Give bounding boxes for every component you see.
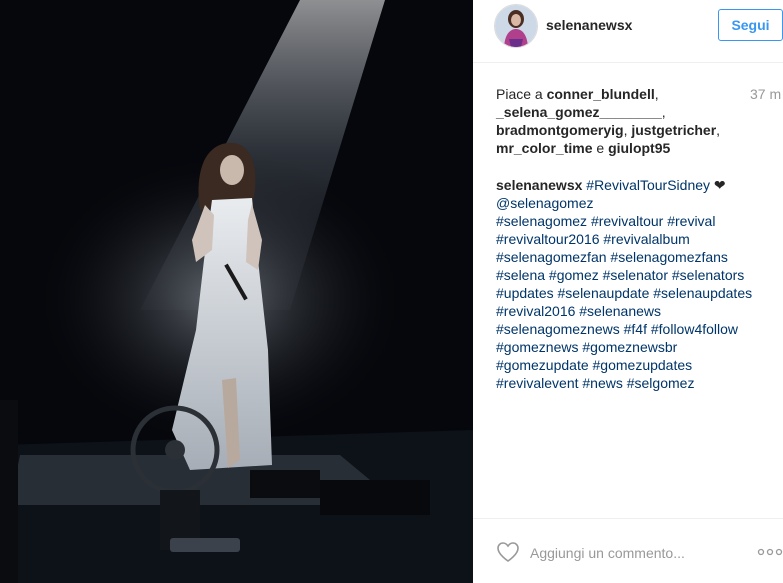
concert-photo xyxy=(0,0,473,583)
liker-username[interactable]: bradmontgomeryig xyxy=(496,122,624,138)
like-button[interactable] xyxy=(496,541,520,563)
caption-line[interactable]: #updates #selenaupdate #selenaupdates xyxy=(496,285,752,301)
likes-separator: e xyxy=(592,140,609,156)
post-caption: selenanewsx #RevivalTourSidney ❤ @selena… xyxy=(496,176,781,392)
comment-input[interactable] xyxy=(530,543,730,563)
more-options-button[interactable] xyxy=(757,545,783,557)
caption-line[interactable]: #revivalevent #news #selgomez xyxy=(496,375,694,391)
likes-summary: Piace a conner_blundell, _selena_gomez__… xyxy=(496,85,746,157)
liker-username[interactable]: justgetricher xyxy=(631,122,716,138)
liker-username[interactable]: mr_color_time xyxy=(496,140,592,156)
caption-line[interactable]: #selenagomez #revivaltour #revival xyxy=(496,213,715,229)
post-footer xyxy=(473,518,783,583)
post-photo[interactable] xyxy=(0,0,473,583)
avatar[interactable] xyxy=(494,4,538,48)
avatar-image xyxy=(495,5,537,47)
caption-line[interactable]: #revivaltour2016 #revivalalbum xyxy=(496,231,690,247)
post-header: selenanewsx Segui xyxy=(473,0,783,63)
caption-line[interactable]: #gomezupdate #gomezupdates xyxy=(496,357,692,373)
caption-line[interactable]: #selenagomezfan #selenagomezfans xyxy=(496,249,728,265)
likes-separator: , xyxy=(654,86,659,102)
likes-prefix: Piace a xyxy=(496,86,543,102)
heart-emoji: ❤ xyxy=(713,177,726,193)
more-dots-icon xyxy=(757,548,783,556)
caption-line[interactable]: #revival2016 #selenanews xyxy=(496,303,661,319)
post-author-username[interactable]: selenanewsx xyxy=(546,17,632,33)
follow-button[interactable]: Segui xyxy=(718,9,783,41)
caption-line[interactable]: #selena #gomez #selenator #selenators xyxy=(496,267,744,283)
caption-line[interactable]: #gomeznews #gomeznewsbr xyxy=(496,339,677,355)
post-timestamp[interactable]: 37 m xyxy=(750,86,781,102)
liker-username[interactable]: giulopt95 xyxy=(608,140,670,156)
liker-username[interactable]: conner_blundell xyxy=(547,86,655,102)
post-sidebar: selenanewsx Segui Piace a conner_blundel… xyxy=(473,0,783,583)
likes-separator: , xyxy=(661,104,666,120)
caption-line[interactable]: #selenagomeznews #f4f #follow4follow xyxy=(496,321,738,337)
heart-outline-icon xyxy=(497,542,519,562)
caption-line[interactable]: #RevivalTourSidney xyxy=(586,177,710,193)
caption-username[interactable]: selenanewsx xyxy=(496,177,582,193)
likes-separator: , xyxy=(716,122,721,138)
liker-username[interactable]: _selena_gomez________ xyxy=(496,104,662,120)
caption-line[interactable]: @selenagomez xyxy=(496,195,594,211)
